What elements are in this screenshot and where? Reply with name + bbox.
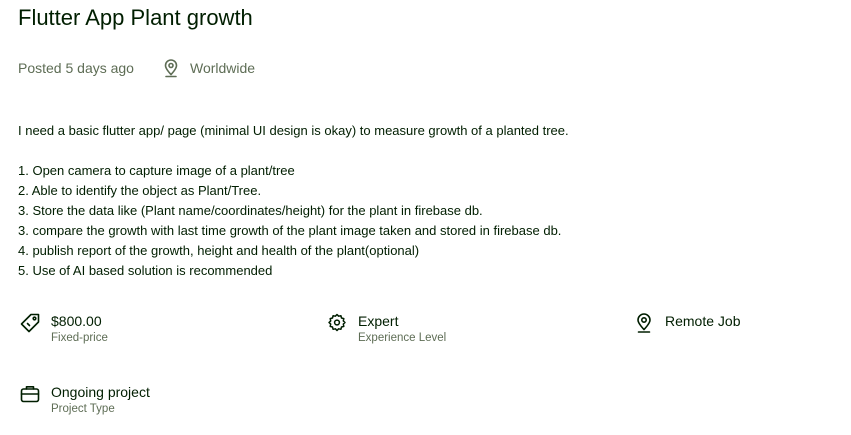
job-description: I need a basic flutter app/ page (minima…	[18, 121, 828, 281]
experience-value: Expert	[358, 313, 399, 329]
job-location: Worldwide	[189, 60, 256, 76]
briefcase-icon	[19, 383, 41, 405]
remote-job-value: Remote Job	[665, 313, 741, 329]
price-value: $800.00	[51, 313, 102, 329]
location-pin-icon	[161, 58, 181, 78]
job-title: Flutter App Plant growth	[18, 5, 253, 30]
job-meta-row: Posted 5 days ago Worldwide	[18, 58, 255, 78]
feature-price: $800.00 Fixed-price	[19, 312, 108, 346]
description-item: 5. Use of AI based solution is recommend…	[18, 263, 273, 278]
posted-time: Posted 5 days ago	[18, 60, 134, 76]
location-pin-icon	[633, 312, 655, 334]
description-item: 4. publish report of the growth, height …	[18, 243, 420, 258]
feature-remote-job: Remote Job	[633, 312, 740, 334]
description-intro: I need a basic flutter app/ page (minima…	[18, 123, 569, 138]
feature-experience-level: Expert Experience Level	[326, 312, 446, 346]
project-type-label: Project Type	[51, 403, 115, 415]
description-item: 3. compare the growth with last time gro…	[18, 223, 562, 238]
description-item: 1. Open camera to capture image of a pla…	[18, 163, 295, 178]
description-item: 3. Store the data like (Plant name/coord…	[18, 203, 483, 218]
description-item: 2. Able to identify the object as Plant/…	[18, 183, 262, 198]
experience-label: Experience Level	[358, 332, 447, 344]
project-type-value: Ongoing project	[51, 384, 150, 400]
feature-project-type: Ongoing project Project Type	[19, 383, 150, 417]
price-tag-icon	[19, 312, 41, 334]
expertise-gear-icon	[326, 312, 348, 334]
price-type-label: Fixed-price	[51, 332, 108, 344]
